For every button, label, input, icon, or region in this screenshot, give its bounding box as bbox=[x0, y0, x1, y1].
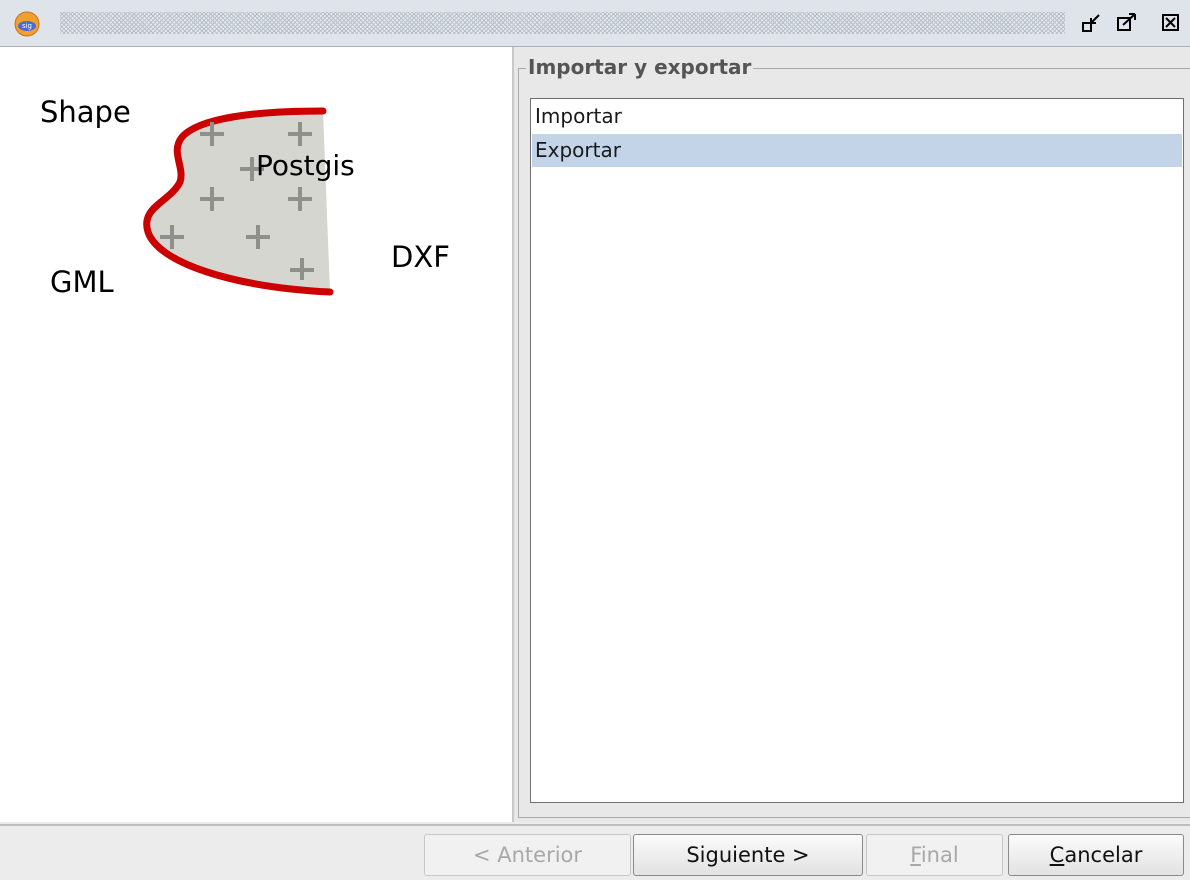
title-bar-stipple bbox=[60, 12, 1065, 34]
list-item-importar[interactable]: Importar bbox=[532, 100, 1182, 133]
window-title-bar[interactable]: sig bbox=[0, 0, 1190, 47]
cancelar-mnemonic: C bbox=[1049, 843, 1065, 867]
maximize-icon[interactable] bbox=[1115, 12, 1139, 34]
cancelar-label: Cancelar bbox=[1050, 843, 1143, 867]
cancelar-label-rest: ancelar bbox=[1064, 843, 1143, 867]
list-item-exportar[interactable]: Exportar bbox=[532, 134, 1182, 167]
group-title: Importar y exportar bbox=[526, 55, 754, 79]
gvsig-app-icon: sig bbox=[14, 11, 40, 37]
siguiente-button[interactable]: Siguiente > bbox=[633, 834, 863, 876]
restore-icon[interactable] bbox=[1080, 12, 1104, 34]
anterior-button[interactable]: < Anterior bbox=[424, 834, 631, 876]
final-mnemonic: F bbox=[910, 843, 921, 867]
final-label: Final bbox=[910, 843, 958, 867]
gml-label: GML bbox=[50, 265, 114, 299]
wizard-image-panel: Shape Postgis DXF GML bbox=[0, 47, 512, 822]
dxf-label: DXF bbox=[391, 240, 450, 274]
close-icon[interactable] bbox=[1160, 12, 1184, 34]
svg-text:sig: sig bbox=[22, 22, 32, 30]
shape-label: Shape bbox=[40, 95, 131, 129]
final-label-rest: inal bbox=[920, 843, 959, 867]
anterior-label: < Anterior bbox=[472, 843, 583, 867]
final-button[interactable]: Final bbox=[866, 834, 1003, 876]
postgis-label: Postgis bbox=[256, 149, 355, 182]
options-list[interactable]: Importar Exportar bbox=[530, 98, 1184, 803]
siguiente-label: Siguiente > bbox=[686, 843, 810, 867]
cancelar-button[interactable]: Cancelar bbox=[1008, 834, 1184, 876]
